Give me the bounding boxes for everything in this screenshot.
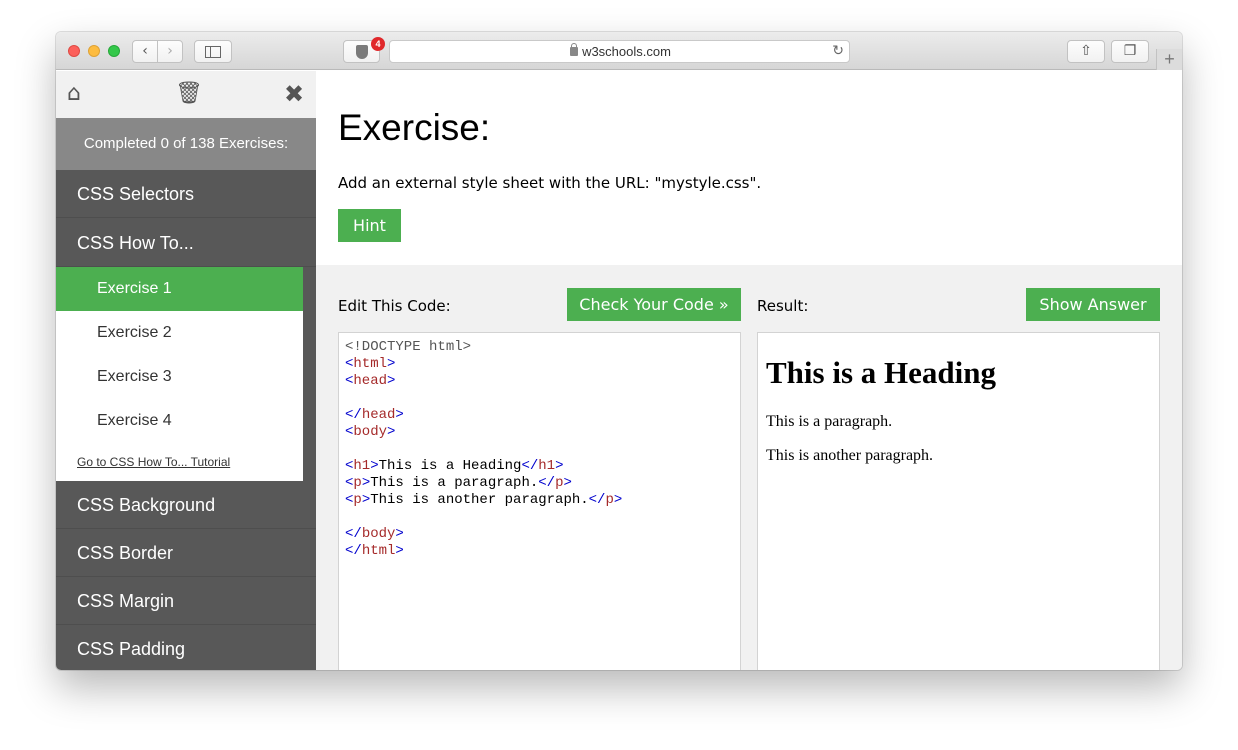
- show-answer-button[interactable]: Show Answer: [1026, 288, 1160, 321]
- exercise-submenu: Exercise 1 Exercise 2 Exercise 3 Exercis…: [56, 267, 303, 481]
- code-line: <!DOCTYPE html>: [345, 339, 734, 356]
- share-icon: ⇧: [1080, 43, 1092, 59]
- hint-button[interactable]: Hint: [338, 209, 401, 242]
- home-icon[interactable]: ⌂: [67, 80, 81, 108]
- code-line: <html>: [345, 356, 396, 372]
- url-text: w3schools.com: [582, 44, 671, 59]
- code-line: <p>This is a paragraph.</p>: [345, 475, 572, 491]
- exercise-item-1[interactable]: Exercise 1: [56, 267, 303, 311]
- code-line: <body>: [345, 424, 396, 440]
- tabs-overview-button[interactable]: ❐: [1111, 40, 1149, 63]
- tag-name: p: [353, 475, 362, 491]
- check-code-button[interactable]: Check Your Code »: [567, 288, 741, 321]
- code-line: <head>: [345, 373, 396, 389]
- tag-name: h1: [538, 458, 556, 474]
- code-line: </head>: [345, 407, 404, 423]
- code-editor[interactable]: <!DOCTYPE html> <html> <head> </head> <b…: [338, 332, 741, 670]
- tag-name: p: [605, 492, 614, 508]
- code-line: <p>This is another paragraph.</p>: [345, 492, 623, 508]
- browser-window: ‹ › 4 w3schools.com ↻ ⇧ ❐ + ⌂ 🗑 ✖ Comple…: [56, 32, 1182, 670]
- code-text: This is a paragraph.: [370, 475, 539, 491]
- exercise-item-4[interactable]: Exercise 4: [56, 399, 303, 443]
- tag-name: body: [361, 526, 396, 542]
- page-title: Exercise:: [338, 107, 491, 148]
- ublock-shield-icon: [356, 45, 368, 59]
- trash-icon[interactable]: 🗑: [175, 80, 203, 108]
- exercise-item-2[interactable]: Exercise 2: [56, 311, 303, 355]
- tag-name: head: [353, 373, 388, 389]
- sidebar-item-css-background[interactable]: CSS Background: [56, 481, 316, 529]
- code-line: </html>: [345, 543, 404, 559]
- zoom-window-button[interactable]: [108, 45, 120, 57]
- tag-name: p: [353, 492, 362, 508]
- doctype-text: <!DOCTYPE html>: [345, 339, 472, 355]
- sidebar-item-css-margin[interactable]: CSS Margin: [56, 577, 316, 625]
- exercise-header: Exercise: Add an external style sheet wi…: [316, 71, 1182, 265]
- sidebar-item-css-selectors[interactable]: CSS Selectors: [56, 170, 316, 218]
- minimize-window-button[interactable]: [88, 45, 100, 57]
- forward-button[interactable]: ›: [157, 40, 183, 63]
- share-button[interactable]: ⇧: [1067, 40, 1105, 63]
- tag-name: body: [353, 424, 388, 440]
- sidebar-icon: [205, 46, 221, 58]
- result-paragraph: This is another paragraph.: [766, 447, 934, 464]
- tutorial-link[interactable]: Go to CSS How To... Tutorial: [77, 455, 230, 469]
- code-line: <h1>This is a Heading</h1>: [345, 458, 564, 474]
- exercise-sidebar: ⌂ 🗑 ✖ Completed 0 of 138 Exercises: CSS …: [56, 71, 316, 670]
- sidebar-toggle-button[interactable]: [194, 40, 232, 63]
- tag-name: html: [361, 543, 396, 559]
- result-frame: This is a Heading This is a paragraph. T…: [757, 332, 1160, 670]
- sidebar-item-css-how-to[interactable]: CSS How To...: [56, 219, 316, 267]
- exercise-main: Exercise: Add an external style sheet wi…: [316, 71, 1182, 670]
- back-button[interactable]: ‹: [132, 40, 158, 63]
- tag-name: h1: [353, 458, 371, 474]
- reload-icon[interactable]: ↻: [832, 41, 844, 62]
- lock-icon: [570, 43, 578, 56]
- new-tab-button[interactable]: +: [1156, 49, 1182, 70]
- exercise-description: Add an external style sheet with the URL…: [338, 174, 762, 192]
- code-text: This is a Heading: [378, 458, 522, 474]
- sidebar-item-css-border[interactable]: CSS Border: [56, 529, 316, 577]
- progress-text: Completed 0 of 138 Exercises:: [56, 118, 316, 170]
- plus-icon: +: [1164, 49, 1175, 69]
- extension-badge: 4: [371, 37, 385, 51]
- tabs-icon: ❐: [1123, 43, 1137, 59]
- sidebar-scrollbar[interactable]: [303, 267, 316, 481]
- tag-name: head: [361, 407, 396, 423]
- close-icon[interactable]: ✖: [284, 80, 304, 108]
- exercise-item-3[interactable]: Exercise 3: [56, 355, 303, 399]
- sidebar-item-css-padding[interactable]: CSS Padding: [56, 625, 316, 670]
- edit-code-label: Edit This Code:: [338, 297, 451, 315]
- result-label: Result:: [757, 297, 809, 315]
- code-line: </body>: [345, 526, 404, 542]
- result-paragraph: This is a paragraph.: [766, 413, 893, 430]
- result-heading: This is a Heading: [766, 355, 996, 390]
- chevron-left-icon: ‹: [142, 43, 148, 59]
- sidebar-toolbar: ⌂ 🗑 ✖: [56, 71, 316, 118]
- browser-toolbar: ‹ › 4 w3schools.com ↻ ⇧ ❐ +: [56, 32, 1182, 70]
- code-text: This is another paragraph.: [370, 492, 589, 508]
- tag-name: html: [353, 356, 388, 372]
- chevron-right-icon: ›: [167, 43, 173, 59]
- address-bar[interactable]: w3schools.com ↻: [389, 40, 850, 63]
- close-window-button[interactable]: [68, 45, 80, 57]
